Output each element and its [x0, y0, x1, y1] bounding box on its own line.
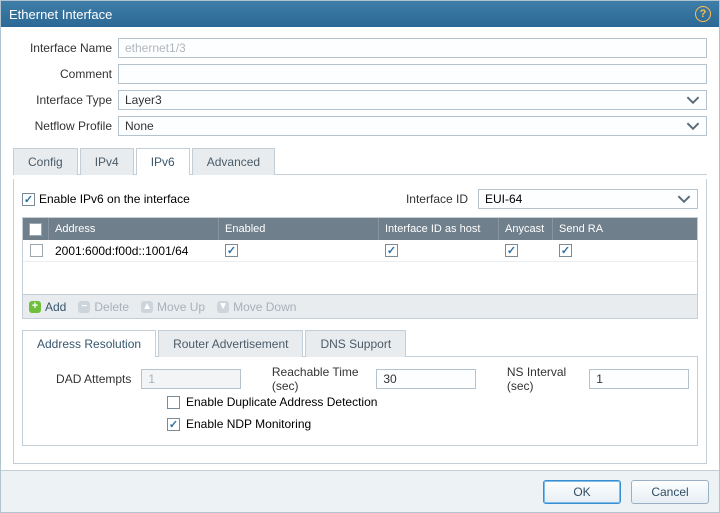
dad-attempts-field[interactable]: 1	[141, 369, 241, 389]
grid-body: 2001:600d:f00d::1001/64	[23, 240, 697, 294]
col-enabled[interactable]: Enabled	[219, 218, 379, 240]
dad-attempts-label: DAD Attempts	[31, 372, 137, 386]
row-iidhost-checkbox[interactable]	[385, 244, 398, 257]
interface-id-label: Interface ID	[406, 192, 474, 206]
delete-label: Delete	[94, 300, 129, 314]
netflow-profile-select[interactable]: None	[118, 116, 707, 136]
row-anycast-checkbox[interactable]	[505, 244, 518, 257]
enable-ipv6-label: Enable IPv6 on the interface	[39, 192, 190, 206]
interface-name-field[interactable]: ethernet1/3	[118, 38, 707, 58]
ns-interval-label: NS Interval (sec)	[507, 365, 585, 393]
interface-type-value: Layer3	[125, 93, 162, 107]
plus-icon: +	[29, 301, 41, 313]
grid-header: Address Enabled Interface ID as host Any…	[23, 218, 697, 240]
dialog-title: Ethernet Interface	[9, 7, 112, 22]
interface-type-select[interactable]: Layer3	[118, 90, 707, 110]
add-button[interactable]: + Add	[29, 300, 66, 314]
ipv6-panel: Enable IPv6 on the interface Interface I…	[13, 179, 707, 464]
chevron-down-icon	[677, 192, 691, 206]
select-all-checkbox[interactable]	[29, 223, 42, 236]
enable-dad-label: Enable Duplicate Address Detection	[186, 395, 377, 409]
interface-id-select[interactable]: EUI-64	[478, 189, 698, 209]
title-bar: Ethernet Interface ?	[1, 1, 719, 27]
ethernet-interface-dialog: Ethernet Interface ? Interface Name ethe…	[0, 0, 720, 513]
address-resolution-panel: DAD Attempts 1 Reachable Time (sec) 30 N…	[22, 357, 698, 446]
col-address[interactable]: Address	[49, 218, 219, 240]
move-down-button[interactable]: ▼ Move Down	[217, 300, 296, 314]
row-sendra-checkbox[interactable]	[559, 244, 572, 257]
arrow-down-icon: ▼	[217, 301, 229, 313]
subtab-address-resolution[interactable]: Address Resolution	[22, 330, 156, 357]
interface-id-value: EUI-64	[485, 192, 522, 206]
row-enabled-checkbox[interactable]	[225, 244, 238, 257]
ok-button[interactable]: OK	[543, 480, 621, 504]
row-address: 2001:600d:f00d::1001/64	[49, 240, 219, 261]
move-up-label: Move Up	[157, 300, 205, 314]
chevron-down-icon	[686, 93, 700, 107]
enable-ndp-checkbox[interactable]	[167, 418, 180, 431]
grid-toolbar: + Add − Delete ▲ Move Up ▼ Move Down	[23, 294, 697, 318]
move-up-button[interactable]: ▲ Move Up	[141, 300, 205, 314]
ns-interval-field[interactable]: 1	[589, 369, 689, 389]
chevron-down-icon	[686, 119, 700, 133]
minus-icon: −	[78, 301, 90, 313]
cancel-button[interactable]: Cancel	[631, 480, 709, 504]
ipv6-subtabs: Address Resolution Router Advertisement …	[22, 329, 698, 357]
tab-advanced[interactable]: Advanced	[192, 148, 275, 175]
interface-name-label: Interface Name	[13, 41, 118, 55]
netflow-profile-value: None	[125, 119, 154, 133]
comment-field[interactable]	[118, 64, 707, 84]
address-grid: Address Enabled Interface ID as host Any…	[22, 217, 698, 319]
subtab-dns-support[interactable]: DNS Support	[305, 330, 406, 357]
col-send-ra[interactable]: Send RA	[553, 218, 697, 240]
enable-ipv6-checkbox[interactable]	[22, 193, 35, 206]
help-icon[interactable]: ?	[695, 6, 711, 22]
move-down-label: Move Down	[233, 300, 296, 314]
arrow-up-icon: ▲	[141, 301, 153, 313]
enable-dad-checkbox[interactable]	[167, 396, 180, 409]
netflow-profile-label: Netflow Profile	[13, 119, 118, 133]
col-iid-host[interactable]: Interface ID as host	[379, 218, 499, 240]
interface-name-value: ethernet1/3	[125, 41, 186, 55]
reachable-time-field[interactable]: 30	[376, 369, 476, 389]
subtab-router-advertisement[interactable]: Router Advertisement	[158, 330, 303, 357]
tab-config[interactable]: Config	[13, 148, 78, 175]
comment-label: Comment	[13, 67, 118, 81]
main-tabs: Config IPv4 IPv6 Advanced	[13, 147, 707, 175]
add-label: Add	[45, 300, 66, 314]
tab-ipv4[interactable]: IPv4	[80, 148, 134, 175]
enable-ndp-label: Enable NDP Monitoring	[186, 417, 311, 431]
table-row[interactable]: 2001:600d:f00d::1001/64	[23, 240, 697, 262]
interface-type-label: Interface Type	[13, 93, 118, 107]
reachable-time-label: Reachable Time (sec)	[272, 365, 372, 393]
row-select-checkbox[interactable]	[30, 244, 43, 257]
dialog-footer: OK Cancel	[1, 470, 719, 512]
col-anycast[interactable]: Anycast	[499, 218, 553, 240]
delete-button[interactable]: − Delete	[78, 300, 129, 314]
dialog-body: Interface Name ethernet1/3 Comment Inter…	[1, 27, 719, 470]
tab-ipv6[interactable]: IPv6	[136, 148, 190, 175]
